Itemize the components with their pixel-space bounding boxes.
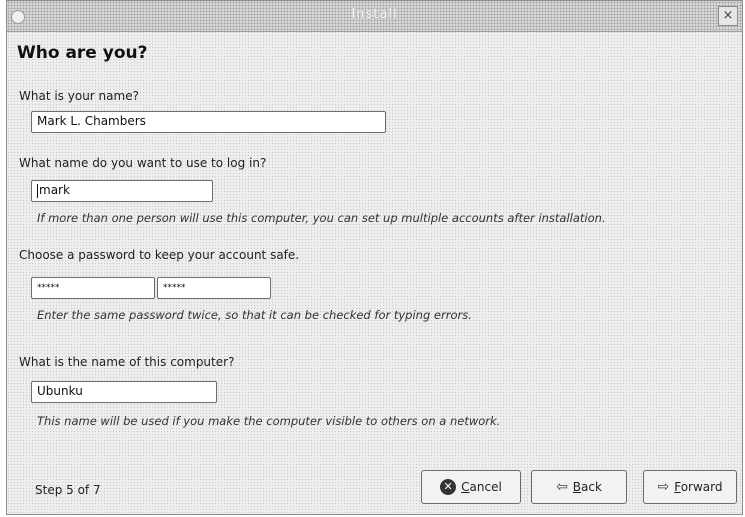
back-button[interactable]: ⇦ Back	[531, 470, 627, 504]
cancel-button-label: Cancel	[461, 480, 502, 494]
forward-button[interactable]: ⇨ Forward	[643, 470, 737, 504]
login-name-value: mark	[39, 183, 70, 197]
login-name-field[interactable]: mark	[31, 180, 213, 202]
forward-arrow-icon: ⇨	[657, 479, 670, 495]
password-field[interactable]: *****	[31, 277, 155, 299]
computer-name-field[interactable]: Ubunku	[31, 381, 217, 403]
title-bar[interactable]: Install ×	[7, 1, 742, 32]
full-name-value: Mark L. Chambers	[37, 114, 146, 128]
cancel-icon: ✕	[440, 479, 457, 495]
forward-button-label: Forward	[674, 480, 723, 494]
confirm-password-field[interactable]: *****	[157, 277, 271, 299]
login-hint: If more than one person will use this co…	[37, 211, 606, 225]
back-arrow-icon: ⇦	[556, 479, 568, 495]
close-icon: ×	[722, 8, 734, 23]
full-name-field[interactable]: Mark L. Chambers	[31, 111, 386, 133]
text-cursor	[37, 183, 38, 198]
installer-window: Install × Who are you? What is your name…	[6, 0, 743, 515]
computer-name-value: Ubunku	[37, 384, 83, 398]
password-hint: Enter the same password twice, so that i…	[37, 308, 472, 322]
close-button[interactable]: ×	[718, 6, 738, 26]
name-label: What is your name?	[19, 89, 139, 103]
login-label: What name do you want to use to log in?	[19, 156, 267, 170]
step-indicator: Step 5 of 7	[35, 483, 101, 497]
cancel-button[interactable]: ✕ Cancel	[421, 470, 521, 504]
window-title: Install	[351, 7, 398, 22]
confirm-password-mask: *****	[163, 283, 186, 293]
computer-name-label: What is the name of this computer?	[19, 355, 235, 369]
page-heading: Who are you?	[17, 43, 148, 63]
computer-name-hint: This name will be used if you make the c…	[37, 414, 501, 428]
password-mask: *****	[37, 283, 60, 293]
password-label: Choose a password to keep your account s…	[19, 248, 300, 262]
back-button-label: Back	[572, 480, 602, 494]
